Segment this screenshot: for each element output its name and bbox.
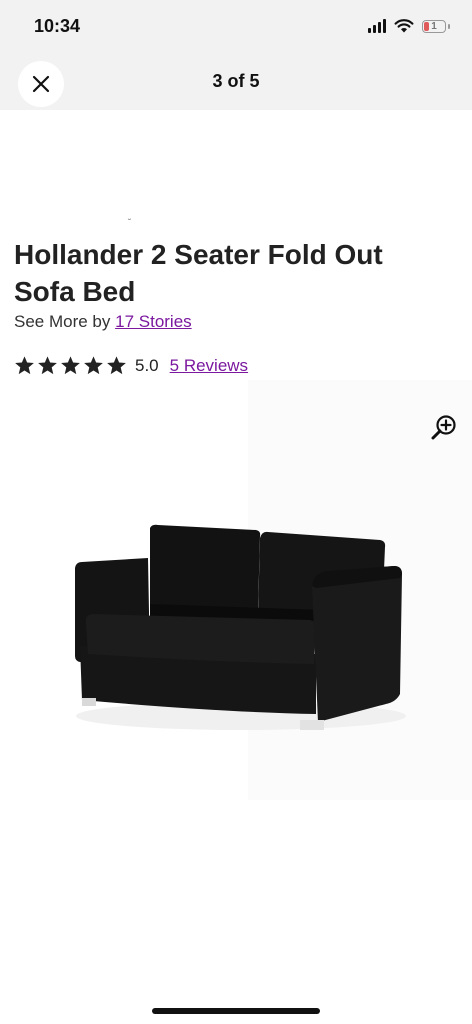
- star-icon: [107, 356, 126, 375]
- product-title: Hollander 2 Seater Fold Out Sofa Bed: [14, 239, 383, 307]
- rating-row: 5.0 5 Reviews: [14, 355, 248, 376]
- battery-cap: [448, 23, 450, 29]
- see-more-label: See More by: [14, 312, 111, 331]
- star-icon: [84, 356, 103, 375]
- star-icon: [61, 356, 80, 375]
- rating-value: 5.0: [135, 355, 159, 375]
- zoom-in-icon[interactable]: [430, 414, 458, 442]
- battery-level: 1: [431, 20, 437, 32]
- battery-icon: 1: [422, 19, 446, 33]
- status-bar: 10:34 1: [0, 0, 472, 56]
- home-indicator: [152, 1008, 320, 1014]
- decorative-mark: ˘: [128, 218, 132, 229]
- wifi-icon: [394, 19, 414, 33]
- star-icon: [15, 356, 34, 375]
- gallery-header: 3 of 5: [0, 56, 472, 110]
- see-more-by: See More by 17 Stories: [14, 312, 192, 332]
- brand-link[interactable]: 17 Stories: [115, 312, 192, 331]
- status-time: 10:34: [34, 16, 81, 36]
- reviews-link[interactable]: 5 Reviews: [170, 356, 248, 376]
- product-image[interactable]: [66, 516, 412, 746]
- image-counter: 3 of 5: [212, 71, 260, 91]
- signal-icon: [368, 19, 386, 33]
- status-icons: 1: [368, 19, 450, 33]
- star-icon: [38, 356, 57, 375]
- star-rating: [14, 355, 127, 376]
